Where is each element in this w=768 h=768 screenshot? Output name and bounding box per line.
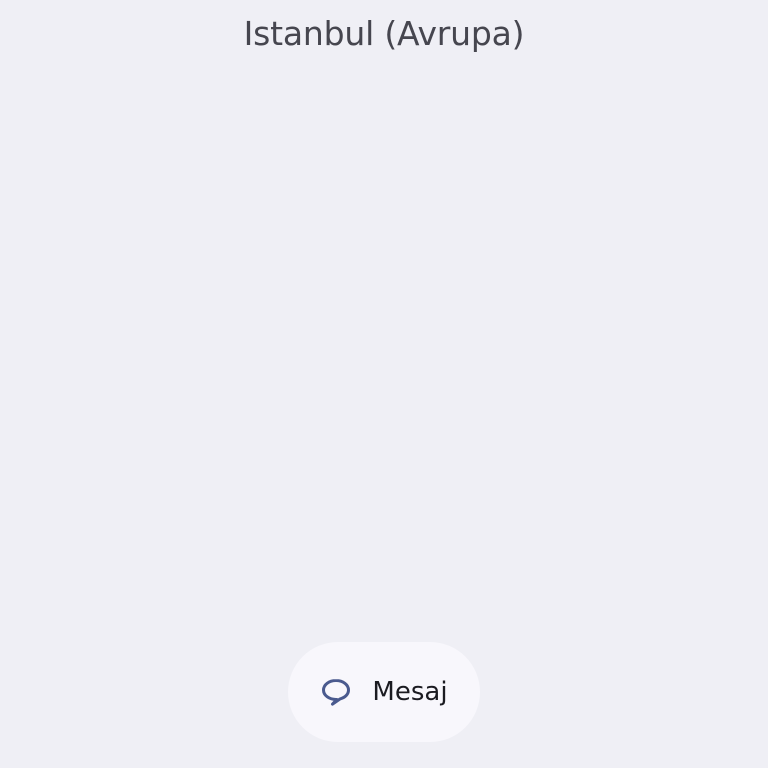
chat-bubble-icon [320, 676, 352, 708]
location-title: Istanbul (Avrupa) [243, 14, 525, 53]
message-button[interactable]: Mesaj [288, 642, 480, 742]
call-screen: Istanbul (Avrupa) Mesaj [0, 0, 768, 768]
message-button-label: Mesaj [372, 677, 448, 707]
